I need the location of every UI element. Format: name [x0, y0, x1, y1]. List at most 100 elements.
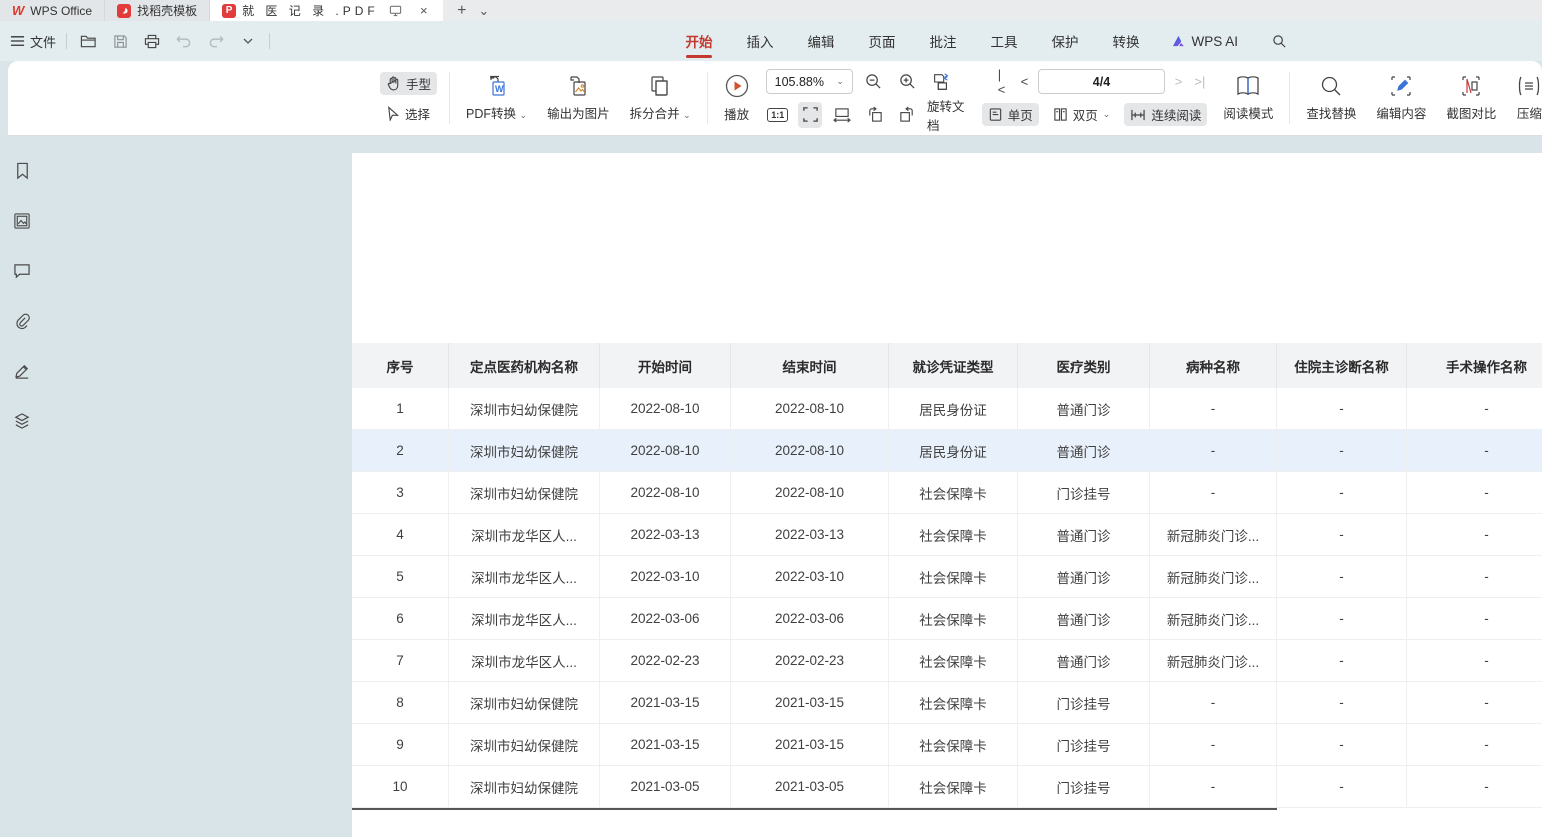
table-row: 9深圳市妇幼保健院2021-03-152021-03-15社会保障卡门诊挂号--…: [352, 724, 1542, 766]
compress-button[interactable]: 压缩: [1512, 72, 1542, 124]
double-page-button[interactable]: 双页 ⌄: [1047, 103, 1117, 126]
replace-pages-icon[interactable]: [928, 69, 954, 95]
page-indicator[interactable]: 4/4: [1038, 69, 1165, 94]
zoom-out-button[interactable]: [861, 69, 887, 95]
table-cell: 4: [352, 514, 449, 556]
save-icon[interactable]: [109, 30, 131, 52]
table-cell: 普通门诊: [1018, 388, 1150, 430]
search-icon[interactable]: [1268, 30, 1290, 52]
svg-text:W: W: [495, 84, 504, 94]
table-cell: 普通门诊: [1018, 598, 1150, 640]
table-cell: 社会保障卡: [889, 556, 1018, 598]
table-cell: 2021-03-15: [731, 724, 889, 766]
chevron-down-icon: ⌄: [520, 110, 528, 120]
table-header-row: 序号定点医药机构名称开始时间结束时间就诊凭证类型医疗类别病种名称住院主诊断名称手…: [352, 343, 1542, 388]
table-cell: 2021-03-15: [731, 682, 889, 724]
rotate-doc-label[interactable]: 旋转文档: [927, 96, 974, 134]
tab-docer-templates[interactable]: 找稻壳模板: [105, 0, 210, 21]
file-menu-button[interactable]: 文件: [10, 32, 56, 51]
open-folder-icon[interactable]: [77, 30, 99, 52]
table-row: 4深圳市龙华区人...2022-03-132022-03-13社会保障卡普通门诊…: [352, 514, 1542, 556]
select-tool-button[interactable]: 选择: [380, 102, 437, 125]
split-merge-button[interactable]: 拆分合并 ⌄: [626, 72, 695, 124]
menu-item-tools[interactable]: 工具: [988, 21, 1019, 61]
undo-icon[interactable]: [173, 30, 195, 52]
rotate-left-button[interactable]: [862, 102, 886, 128]
zoom-in-button[interactable]: [895, 69, 921, 95]
last-page-button[interactable]: >|: [1192, 74, 1207, 89]
fit-page-button[interactable]: [798, 102, 822, 128]
close-icon[interactable]: ×: [413, 3, 435, 18]
table-cell: 2021-03-15: [600, 724, 731, 766]
table-cell: -: [1277, 556, 1407, 598]
first-page-button[interactable]: |<: [996, 67, 1011, 97]
hand-tool-button[interactable]: 手型: [380, 72, 437, 95]
pdf-convert-button[interactable]: W PDF转换 ⌄: [462, 72, 531, 124]
table-cell: 2022-03-06: [600, 598, 731, 640]
actual-size-button[interactable]: 1:1: [766, 102, 790, 128]
layers-icon[interactable]: [9, 408, 35, 434]
table-cell: -: [1407, 682, 1542, 724]
table-cell: -: [1277, 682, 1407, 724]
redo-icon[interactable]: [205, 30, 227, 52]
table-cell: -: [1277, 430, 1407, 472]
next-page-button[interactable]: >: [1173, 74, 1185, 89]
table-cell: 2021-03-05: [731, 766, 889, 808]
monitor-icon[interactable]: [385, 4, 407, 17]
left-sidebar: [0, 136, 44, 837]
bookmark-icon[interactable]: [9, 158, 35, 184]
table-header-cell: 就诊凭证类型: [889, 343, 1018, 388]
wps-ai-button[interactable]: WPS AI: [1171, 34, 1238, 49]
prev-page-button[interactable]: <: [1019, 74, 1031, 89]
single-page-button[interactable]: 单页: [982, 103, 1039, 126]
menu-item-convert[interactable]: 转换: [1110, 21, 1141, 61]
menu-item-page[interactable]: 页面: [866, 21, 897, 61]
tab-bar: W WPS Office 找稻壳模板 P 就 医 记 录 .PDF × + ⌄: [0, 0, 1542, 21]
divider: [707, 72, 708, 124]
play-button[interactable]: 播放: [720, 71, 754, 125]
table-cell: 门诊挂号: [1018, 472, 1150, 514]
tab-document-active[interactable]: P 就 医 记 录 .PDF ×: [210, 0, 443, 21]
file-menu-label: 文件: [30, 32, 56, 51]
table-cell: -: [1277, 724, 1407, 766]
continuous-reading-icon: [1130, 108, 1146, 122]
rotate-left-icon: [866, 106, 884, 123]
menu-item-home[interactable]: 开始: [683, 21, 714, 61]
new-tab-button[interactable]: +: [451, 0, 473, 21]
read-mode-button[interactable]: 阅读模式: [1219, 72, 1277, 124]
fit-width-icon: [833, 107, 851, 123]
print-icon[interactable]: [141, 30, 163, 52]
one-to-one-icon: 1:1: [767, 108, 788, 122]
continuous-reading-button[interactable]: 连续阅读: [1124, 103, 1207, 126]
export-image-button[interactable]: 输出为图片: [543, 72, 614, 124]
find-replace-button[interactable]: 查找替换: [1302, 72, 1360, 124]
menu-item-edit[interactable]: 编辑: [805, 21, 836, 61]
tab-label: WPS Office: [30, 4, 92, 18]
table-row: 1深圳市妇幼保健院2022-08-102022-08-10居民身份证普通门诊--…: [352, 388, 1542, 430]
rotate-right-button[interactable]: [895, 102, 919, 128]
table-cell: 社会保障卡: [889, 724, 1018, 766]
menu-item-insert[interactable]: 插入: [744, 21, 775, 61]
menu-bar: 文件 开始 插入 编辑 页面: [0, 21, 1542, 61]
attachment-icon[interactable]: [9, 308, 35, 334]
compress-icon: [1516, 74, 1542, 98]
chevron-down-icon[interactable]: [237, 30, 259, 52]
menu-item-comment[interactable]: 批注: [927, 21, 958, 61]
menu-item-protect[interactable]: 保护: [1049, 21, 1080, 61]
table-cell: 深圳市妇幼保健院: [449, 724, 600, 766]
table-cell: -: [1150, 388, 1277, 430]
table-cell: -: [1407, 724, 1542, 766]
comment-icon[interactable]: [9, 258, 35, 284]
tab-list-chevron-icon[interactable]: ⌄: [473, 0, 495, 21]
edit-content-button[interactable]: 编辑内容: [1372, 72, 1430, 124]
thumbnails-icon[interactable]: [9, 208, 35, 234]
signature-icon[interactable]: [9, 358, 35, 384]
fit-width-button[interactable]: [830, 102, 854, 128]
table-header-cell: 医疗类别: [1018, 343, 1150, 388]
table-cell: -: [1407, 598, 1542, 640]
table-cell: 7: [352, 640, 449, 682]
screenshot-compare-button[interactable]: 截图对比: [1442, 72, 1500, 124]
zoom-level-select[interactable]: 105.88% ⌄: [766, 69, 853, 94]
tab-wps-office[interactable]: W WPS Office: [0, 0, 105, 21]
table-row: 10深圳市妇幼保健院2021-03-052021-03-05社会保障卡门诊挂号-…: [352, 766, 1542, 808]
